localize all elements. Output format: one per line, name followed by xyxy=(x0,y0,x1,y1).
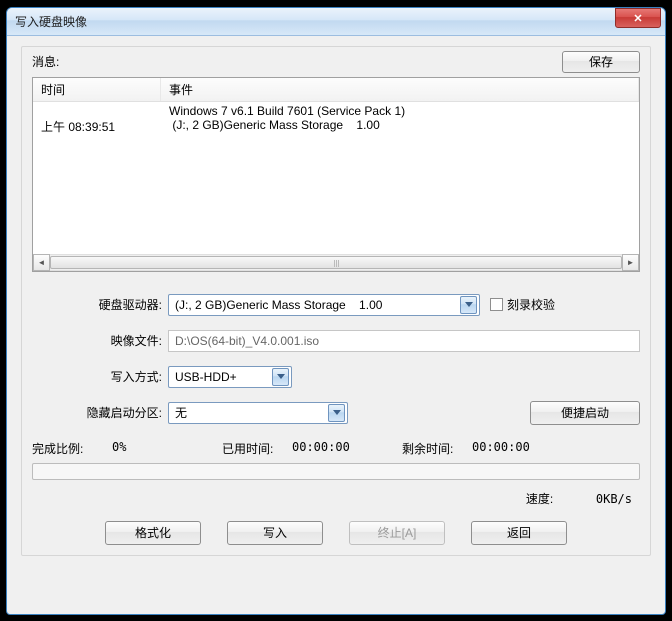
main-panel: 消息: 保存 时间 事件 Windows 7 v6.1 Build 7601 (… xyxy=(21,46,651,556)
dialog-window: 写入硬盘映像 ✕ 消息: 保存 时间 事件 Windows 7 v6.1 Bui… xyxy=(6,7,666,615)
col-event-header[interactable]: 事件 xyxy=(161,78,639,101)
elapsed-label: 已用时间: xyxy=(222,440,292,457)
log-body: Windows 7 v6.1 Build 7601 (Service Pack … xyxy=(33,102,639,254)
speed-label: 速度: xyxy=(526,492,553,506)
chevron-down-icon[interactable] xyxy=(328,404,345,422)
log-row: 上午 08:39:51 (J:, 2 GB)Generic Mass Stora… xyxy=(33,118,639,135)
drive-label: 硬盘驱动器: xyxy=(32,296,168,313)
log-header: 时间 事件 xyxy=(33,78,639,102)
progress-value: 0% xyxy=(112,440,222,457)
write-mode-label: 写入方式: xyxy=(32,368,168,385)
format-button[interactable]: 格式化 xyxy=(105,521,201,545)
log-list: 时间 事件 Windows 7 v6.1 Build 7601 (Service… xyxy=(32,77,640,272)
elapsed-value: 00:00:00 xyxy=(292,440,402,457)
write-mode-select[interactable]: USB-HDD+ xyxy=(168,366,292,388)
col-time-header[interactable]: 时间 xyxy=(33,78,161,101)
scroll-right-button[interactable]: ► xyxy=(622,254,639,271)
verify-label: 刻录校验 xyxy=(507,296,555,313)
back-button[interactable]: 返回 xyxy=(471,521,567,545)
image-file-label: 映像文件: xyxy=(32,332,168,349)
save-button[interactable]: 保存 xyxy=(562,51,640,73)
horizontal-scrollbar[interactable]: ◄ ► xyxy=(33,254,639,271)
scroll-left-button[interactable]: ◄ xyxy=(33,254,50,271)
abort-button: 终止[A] xyxy=(349,521,445,545)
log-row: Windows 7 v6.1 Build 7601 (Service Pack … xyxy=(33,104,639,118)
titlebar[interactable]: 写入硬盘映像 ✕ xyxy=(7,8,665,36)
hidden-boot-select[interactable]: 无 xyxy=(168,402,348,424)
remaining-value: 00:00:00 xyxy=(472,440,530,457)
progress-label: 完成比例: xyxy=(32,440,112,457)
chevron-down-icon[interactable] xyxy=(460,296,477,314)
scroll-track[interactable] xyxy=(50,254,622,271)
quick-boot-button[interactable]: 便捷启动 xyxy=(530,401,640,425)
image-file-input[interactable]: D:\OS(64-bit)_V4.0.001.iso xyxy=(168,330,640,352)
scroll-thumb[interactable] xyxy=(50,256,622,269)
window-title: 写入硬盘映像 xyxy=(15,13,615,30)
message-label: 消息: xyxy=(32,53,562,70)
speed-value: 0KB/s xyxy=(596,492,632,506)
close-icon: ✕ xyxy=(633,12,642,25)
drive-select[interactable]: (J:, 2 GB)Generic Mass Storage 1.00 xyxy=(168,294,480,316)
chevron-down-icon[interactable] xyxy=(272,368,289,386)
remaining-label: 剩余时间: xyxy=(402,440,472,457)
close-button[interactable]: ✕ xyxy=(615,8,661,28)
hidden-boot-label: 隐藏启动分区: xyxy=(32,404,168,421)
write-button[interactable]: 写入 xyxy=(227,521,323,545)
progress-bar xyxy=(32,463,640,480)
verify-checkbox[interactable] xyxy=(490,298,503,311)
